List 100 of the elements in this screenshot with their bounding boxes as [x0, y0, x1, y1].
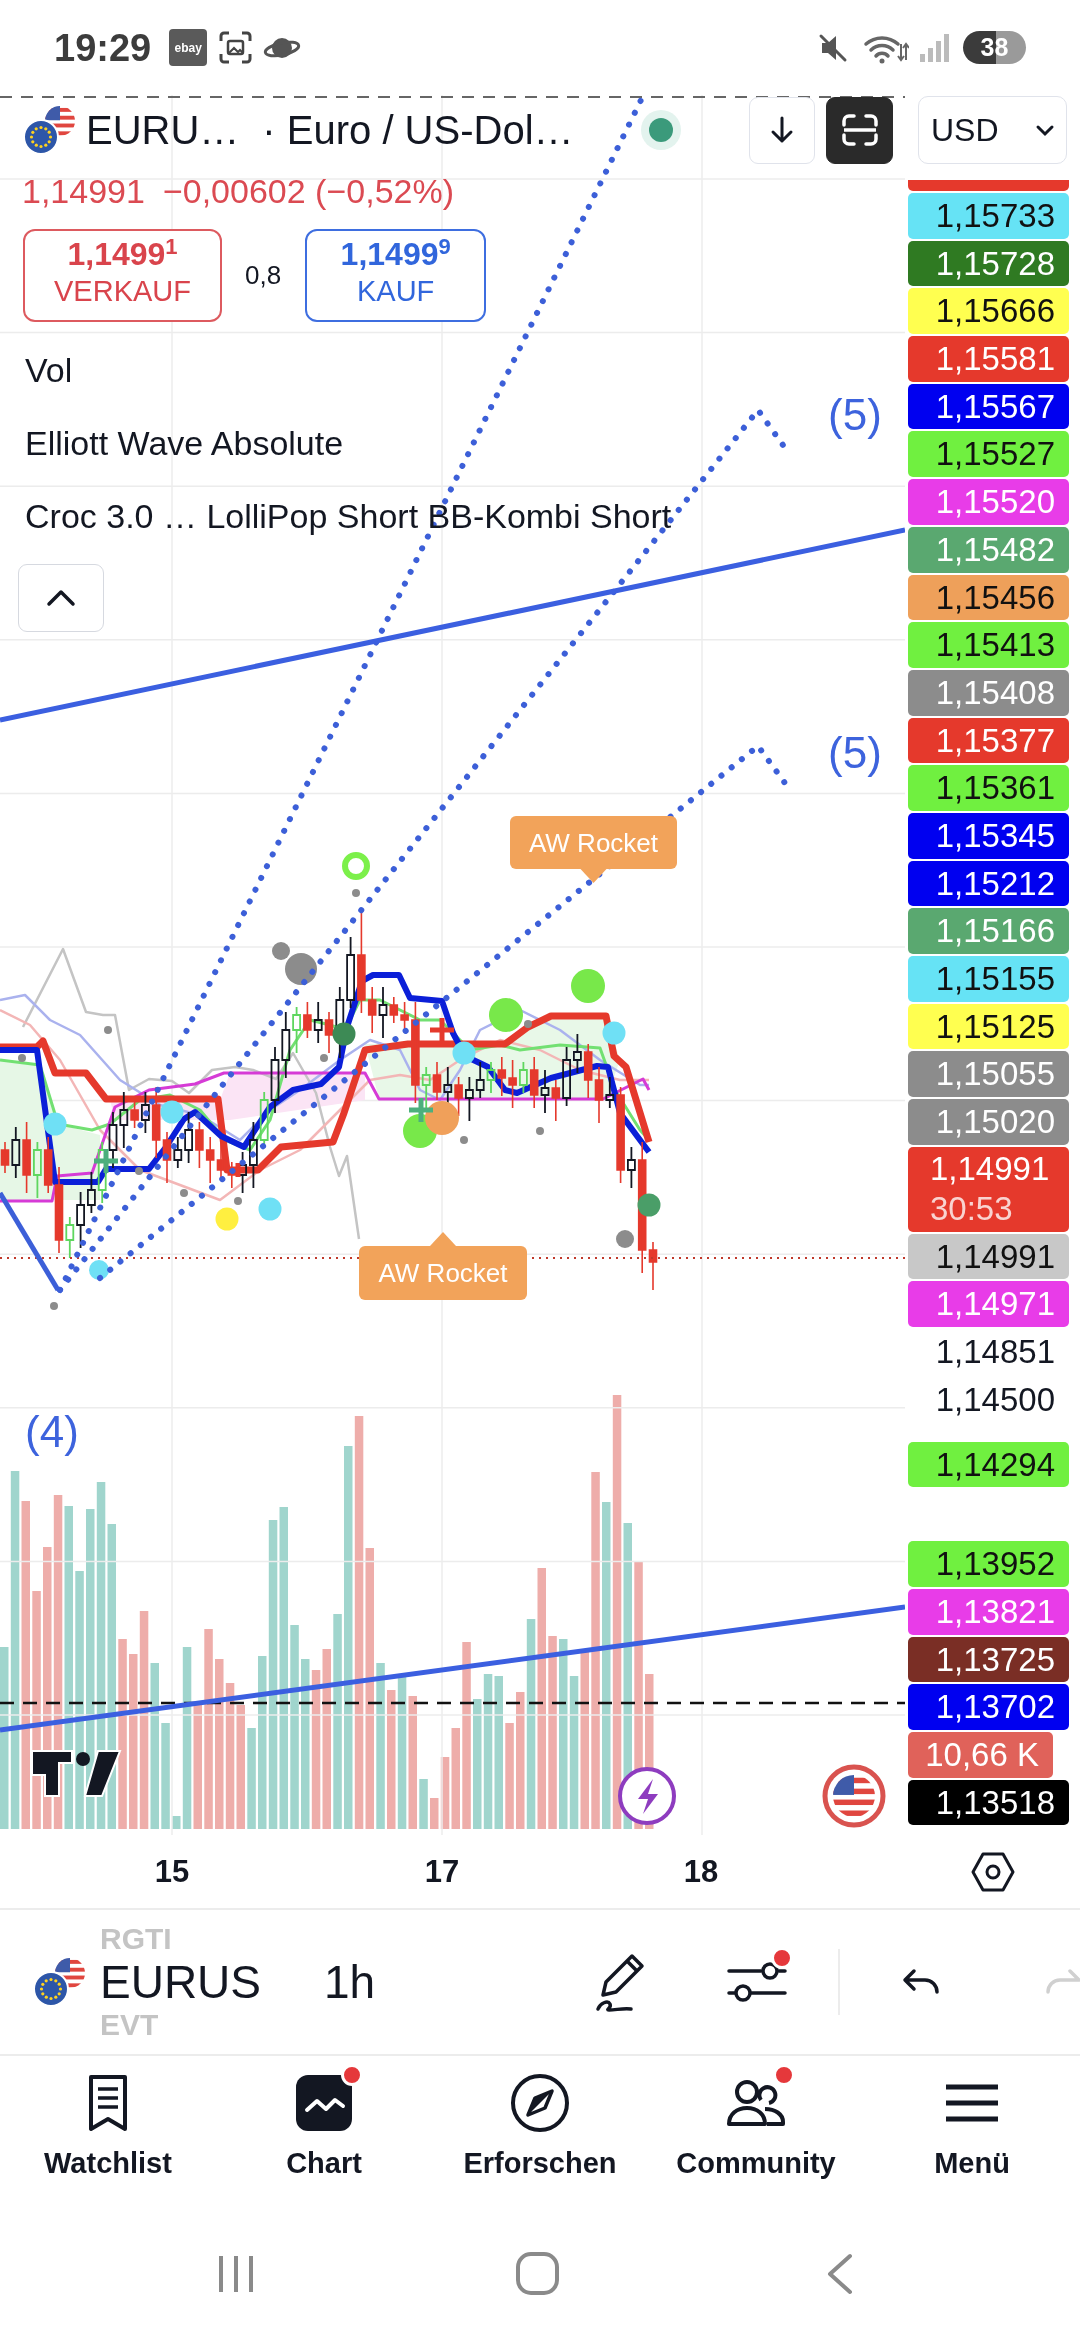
candle: [465, 1076, 474, 1122]
spread-value: 0,8: [245, 259, 282, 292]
nav-tab[interactable]: Community: [648, 2056, 864, 2211]
symbol-title[interactable]: EURU…: [86, 110, 240, 150]
callout-label: AW Rocket: [359, 1232, 527, 1300]
sell-button[interactable]: 1,1499$^{1}$ VERKAUF: [23, 229, 222, 322]
price-tag: 1,15527: [908, 431, 1069, 478]
flag-icon: [23, 105, 77, 155]
signal-dot: [160, 1100, 184, 1124]
price-tag: 1,15666: [908, 288, 1069, 335]
candle: [583, 1043, 593, 1099]
signal-dot: [135, 1167, 143, 1175]
candle: [540, 1069, 550, 1114]
candle: [454, 1076, 463, 1117]
fullscreen-icon: [840, 113, 879, 147]
candle: [508, 1059, 517, 1109]
candle: [562, 1046, 571, 1107]
signal-dot: [258, 1197, 282, 1221]
signal-ring: [342, 852, 370, 880]
candle: [432, 1061, 442, 1101]
price-tag: 1,15361: [908, 765, 1069, 811]
price-tag: 1,15345: [908, 812, 1069, 859]
indicator-label[interactable]: Elliott Wave Absolute: [25, 407, 344, 480]
currency-select[interactable]: USD: [918, 96, 1067, 164]
nav-tab[interactable]: Watchlist: [0, 2056, 216, 2211]
status-dot-icon: [641, 110, 681, 150]
price-tag: 1,15728: [908, 240, 1069, 287]
price-tag: 1,15166: [908, 908, 1069, 954]
signal-dot: [571, 969, 605, 1003]
price-tag: 1,14294: [908, 1441, 1069, 1488]
candle: [108, 1111, 118, 1169]
candle: [475, 1061, 485, 1099]
logo-icon: [31, 1750, 122, 1797]
signal-dot: [50, 1302, 58, 1310]
candle: [33, 1141, 42, 1199]
signal-dot: [18, 1054, 26, 1062]
nav-tab[interactable]: Menü: [864, 2056, 1080, 2211]
indicator-label[interactable]: Vol: [25, 334, 73, 407]
candle: [486, 1061, 496, 1094]
nav-tab[interactable]: Chart: [216, 2056, 432, 2211]
candle: [497, 1056, 507, 1097]
collapse-button[interactable]: [18, 564, 104, 632]
signal-icon: [919, 31, 949, 64]
chevron-down-icon: [1034, 123, 1056, 137]
candle: [205, 1136, 215, 1184]
indicator-label[interactable]: Croc 3.0 … LolliPop Short BB-Kombi Short: [25, 480, 672, 553]
buy-button[interactable]: 1,1499$^{9}$ KAUF: [305, 229, 487, 322]
chevron-up-icon: [45, 588, 77, 608]
price-tag: 1,13518: [908, 1779, 1069, 1826]
back-icon[interactable]: [826, 2252, 854, 2295]
signal-dot: [234, 1197, 242, 1205]
wave-label: (5): [828, 390, 882, 439]
candle: [573, 1033, 582, 1074]
date-label: 18: [682, 1853, 720, 1891]
battery-indicator: 38: [963, 31, 1026, 64]
candle: [281, 1011, 291, 1079]
price-tag: 1,15377: [908, 717, 1069, 764]
price-change: −0,00602 (−0,52%): [162, 171, 454, 212]
volume-tag: 10,66 K: [908, 1731, 1053, 1778]
price-tag: 1,15520: [908, 479, 1069, 525]
price-tag: 1,15055: [908, 1051, 1069, 1098]
candle: [270, 1046, 280, 1114]
signal-dot: [180, 1189, 188, 1197]
interval-button[interactable]: 1h: [324, 1959, 376, 2005]
price-tag: 1,13952: [908, 1541, 1069, 1587]
price-tag: 1,15212: [908, 860, 1069, 907]
signal-cross: [406, 1095, 436, 1125]
price-tag: 1,15581: [908, 336, 1069, 382]
candle: [292, 1006, 301, 1054]
price-scale-label: 1,14851: [934, 1332, 1056, 1373]
price-tag: 1,15482: [908, 526, 1069, 573]
wave-label: (4): [25, 1407, 79, 1456]
arrow-down-button[interactable]: [749, 96, 815, 164]
signal-dot: [452, 1041, 476, 1065]
candle: [216, 1141, 226, 1179]
fullscreen-button[interactable]: [826, 96, 893, 164]
signal-dot: [89, 1260, 109, 1280]
last-price: 1,14991: [22, 171, 145, 212]
price-tag: 1,13821: [908, 1588, 1069, 1635]
price-tag: 1,15567: [908, 383, 1069, 430]
symbol-name[interactable]: EURUS: [100, 1955, 262, 2009]
signal-dot: [320, 1054, 328, 1062]
signal-dot: [215, 1207, 239, 1231]
undo-icon[interactable]: [902, 1968, 940, 1996]
price-scale-label: 1,14500: [934, 1379, 1056, 1420]
home-icon[interactable]: [516, 2252, 559, 2295]
signal-dot: [43, 1112, 67, 1136]
price-tag: 1,14991: [908, 1233, 1069, 1280]
candle: [249, 1121, 258, 1189]
nav-tab[interactable]: Erforschen: [432, 2056, 648, 2211]
price-text: 1,14991: [930, 1148, 1051, 1189]
price-tag: 1,15733: [908, 193, 1069, 239]
callout-label: AW Rocket: [510, 816, 677, 883]
lightning-icon: [618, 1767, 676, 1825]
signal-dot: [602, 1021, 626, 1045]
signal-dot: [352, 889, 360, 897]
signal-dot: [616, 1230, 634, 1248]
date-label: 17: [423, 1853, 461, 1891]
price-tag: 1,15408: [908, 669, 1069, 716]
candle: [551, 1079, 561, 1122]
